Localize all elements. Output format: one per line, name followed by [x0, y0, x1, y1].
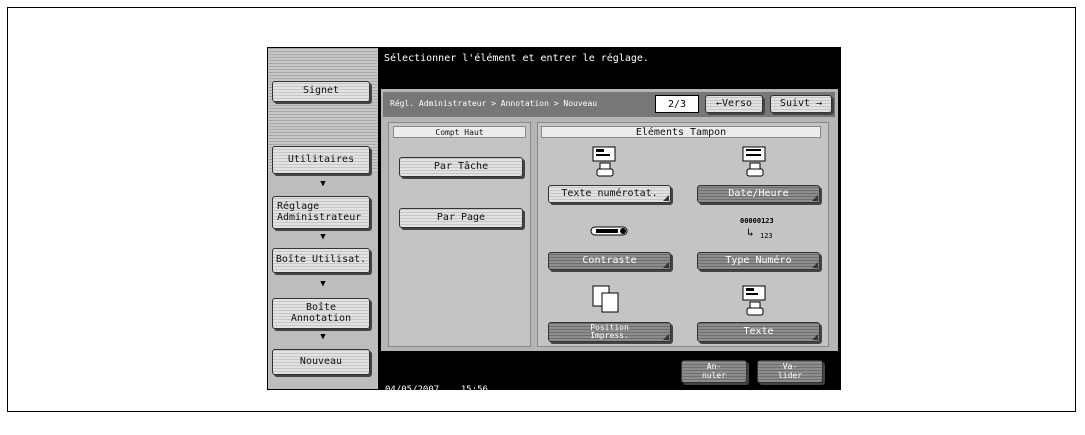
contrast-icon — [590, 226, 628, 236]
sidebar-item-label: Réglage Administrateur — [277, 201, 362, 223]
position-impress-label: Position Impress. — [590, 322, 629, 340]
date-heure-button[interactable]: Date/Heure — [697, 185, 820, 203]
position-impress-button[interactable]: Position Impress. — [548, 322, 671, 342]
stamp-date-icon — [742, 146, 766, 177]
datetime-text: 04/05/2007 15:56 — [385, 385, 488, 395]
elements-tampon-title: Eléments Tampon — [541, 126, 821, 138]
validate-button[interactable]: Va- lider — [757, 360, 823, 383]
sidebar-item-reglage-administrateur[interactable]: Réglage Administrateur — [272, 196, 370, 229]
stamp-text-icon — [742, 285, 766, 316]
arrow-down-icon — [318, 279, 328, 289]
number-type-arrow-icon: ↳ — [747, 226, 754, 239]
elements-tampon-section — [537, 122, 829, 347]
print-position-icon — [592, 285, 619, 313]
par-tache-button[interactable]: Par Tâche — [399, 157, 523, 177]
arrow-down-icon — [318, 332, 328, 342]
number-type-icon-top: 00000123 — [740, 217, 774, 225]
signet-button[interactable]: Signet — [272, 81, 370, 102]
breadcrumb: Régl. Administrateur > Annotation > Nouv… — [390, 99, 598, 108]
number-type-icon-bottom: 123 — [760, 232, 773, 240]
type-numero-button[interactable]: Type Numéro — [697, 252, 820, 270]
arrow-down-icon — [318, 179, 328, 189]
sidebar-item-boite-annotation[interactable]: Boîte Annotation — [272, 298, 370, 329]
prev-page-button[interactable]: ←Verso — [705, 95, 763, 113]
stamp-counter-icon — [592, 146, 616, 177]
texte-numerotat-button[interactable]: Texte numérotat. — [548, 185, 671, 203]
sidebar-item-nouveau[interactable]: Nouveau — [272, 349, 370, 375]
compt-haut-section — [388, 122, 531, 347]
contraste-button[interactable]: Contraste — [548, 252, 671, 270]
compt-haut-title: Compt Haut — [393, 126, 526, 138]
cancel-button[interactable]: An- nuler — [681, 360, 747, 383]
cancel-label: An- nuler — [701, 362, 727, 380]
arrow-down-icon — [318, 232, 328, 242]
memory-text: Mémoire 0% — [385, 415, 478, 425]
datetime-status: 04/05/2007 15:56 Mémoire 0% — [385, 365, 488, 435]
sidebar-item-utilitaires[interactable]: Utilitaires — [272, 146, 370, 174]
sidebar-item-boite-utilisat[interactable]: Boîte Utilisat. — [272, 248, 370, 273]
texte-button[interactable]: Texte — [697, 322, 820, 342]
validate-label: Va- lider — [777, 362, 803, 380]
instruction-message: Sélectionner l'élément et entrer le régl… — [384, 53, 649, 64]
page-indicator: 2/3 — [655, 95, 699, 113]
next-page-button[interactable]: Suivt → — [770, 95, 832, 113]
par-page-button[interactable]: Par Page — [399, 208, 523, 228]
